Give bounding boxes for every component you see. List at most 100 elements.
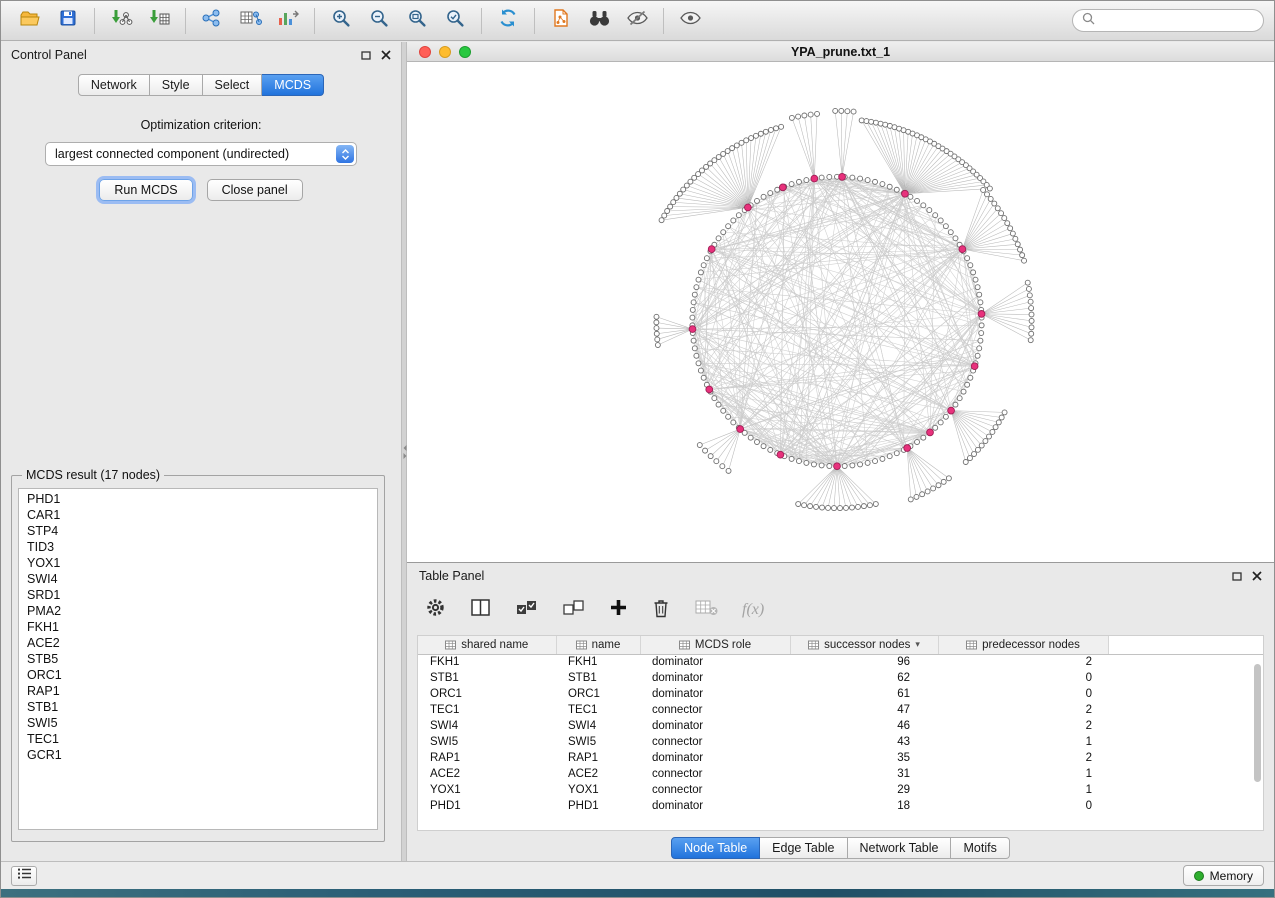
mcds-result-item[interactable]: FKH1: [19, 619, 377, 635]
cell-name[interactable]: SWI4: [556, 718, 640, 734]
column-header-name[interactable]: name: [556, 636, 640, 654]
cell-shared-name[interactable]: SWI5: [418, 734, 556, 750]
mcds-result-item[interactable]: CAR1: [19, 507, 377, 523]
table-row[interactable]: SWI4SWI4dominator462: [418, 718, 1263, 734]
select-all-icon[interactable]: [515, 598, 538, 622]
cell-successor-nodes[interactable]: 47: [790, 702, 938, 718]
mcds-result-item[interactable]: GCR1: [19, 747, 377, 763]
cell-filler[interactable]: [1108, 766, 1263, 782]
cell-shared-name[interactable]: YOX1: [418, 782, 556, 798]
tab-motifs[interactable]: Motifs: [951, 837, 1009, 859]
table-row[interactable]: ACE2ACE2connector311: [418, 766, 1263, 782]
cell-shared-name[interactable]: TEC1: [418, 702, 556, 718]
cell-predecessor-nodes[interactable]: 0: [938, 670, 1108, 686]
cell-successor-nodes[interactable]: 46: [790, 718, 938, 734]
mcds-result-item[interactable]: SRD1: [19, 587, 377, 603]
table-row[interactable]: FKH1FKH1dominator962: [418, 654, 1263, 670]
cell-successor-nodes[interactable]: 96: [790, 654, 938, 670]
cell-mcds-role[interactable]: connector: [640, 766, 790, 782]
table-row[interactable]: YOX1YOX1connector291: [418, 782, 1263, 798]
new-network-button[interactable]: [193, 5, 231, 37]
cell-mcds-role[interactable]: connector: [640, 782, 790, 798]
cell-filler[interactable]: [1108, 702, 1263, 718]
cell-name[interactable]: YOX1: [556, 782, 640, 798]
cell-mcds-role[interactable]: connector: [640, 734, 790, 750]
cell-filler[interactable]: [1108, 798, 1263, 814]
cell-successor-nodes[interactable]: 35: [790, 750, 938, 766]
table-row[interactable]: ORC1ORC1dominator610: [418, 686, 1263, 702]
cell-mcds-role[interactable]: connector: [640, 702, 790, 718]
tab-edge-table[interactable]: Edge Table: [760, 837, 847, 859]
cell-filler[interactable]: [1108, 686, 1263, 702]
close-window-icon[interactable]: [419, 46, 431, 58]
function-builder-icon[interactable]: f(x): [742, 601, 764, 619]
tab-network[interactable]: Network: [78, 74, 150, 96]
criterion-dropdown[interactable]: largest connected component (undirected): [45, 142, 357, 166]
cell-mcds-role[interactable]: dominator: [640, 798, 790, 814]
cell-mcds-role[interactable]: dominator: [640, 654, 790, 670]
cell-shared-name[interactable]: PHD1: [418, 798, 556, 814]
cell-predecessor-nodes[interactable]: 0: [938, 798, 1108, 814]
column-header-successor-nodes[interactable]: successor nodes▾: [790, 636, 938, 654]
network-from-chart-button[interactable]: [269, 5, 307, 37]
sort-arrow-icon[interactable]: ▾: [915, 639, 920, 650]
cell-mcds-role[interactable]: dominator: [640, 750, 790, 766]
mcds-result-item[interactable]: SWI4: [19, 571, 377, 587]
cell-shared-name[interactable]: ACE2: [418, 766, 556, 782]
close-panel-button[interactable]: Close panel: [207, 179, 303, 201]
mcds-result-item[interactable]: STB1: [19, 699, 377, 715]
network-canvas[interactable]: [407, 62, 1274, 562]
tab-mcds[interactable]: MCDS: [262, 74, 324, 96]
cell-filler[interactable]: [1108, 670, 1263, 686]
cell-predecessor-nodes[interactable]: 1: [938, 766, 1108, 782]
show-details-button[interactable]: [671, 5, 709, 37]
cell-successor-nodes[interactable]: 18: [790, 798, 938, 814]
cell-shared-name[interactable]: STB1: [418, 670, 556, 686]
cell-successor-nodes[interactable]: 43: [790, 734, 938, 750]
tab-node-table[interactable]: Node Table: [671, 837, 760, 859]
search-input[interactable]: [1101, 14, 1256, 28]
cell-filler[interactable]: [1108, 654, 1263, 670]
save-button[interactable]: [49, 5, 87, 37]
cell-name[interactable]: ACE2: [556, 766, 640, 782]
table-row[interactable]: TEC1TEC1connector472: [418, 702, 1263, 718]
cell-shared-name[interactable]: ORC1: [418, 686, 556, 702]
float-panel-icon[interactable]: [1232, 572, 1242, 581]
cell-predecessor-nodes[interactable]: 1: [938, 782, 1108, 798]
mcds-result-item[interactable]: TEC1: [19, 731, 377, 747]
cell-shared-name[interactable]: SWI4: [418, 718, 556, 734]
cell-predecessor-nodes[interactable]: 1: [938, 734, 1108, 750]
cell-name[interactable]: PHD1: [556, 798, 640, 814]
tab-network-table[interactable]: Network Table: [848, 837, 952, 859]
mcds-result-item[interactable]: PHD1: [19, 491, 377, 507]
minimize-window-icon[interactable]: [439, 46, 451, 58]
cell-predecessor-nodes[interactable]: 2: [938, 718, 1108, 734]
network-from-table-button[interactable]: [231, 5, 269, 37]
export-document-button[interactable]: [542, 5, 580, 37]
import-table-button[interactable]: [140, 5, 178, 37]
cell-successor-nodes[interactable]: 31: [790, 766, 938, 782]
table-scrollbar-thumb[interactable]: [1254, 664, 1261, 782]
cell-mcds-role[interactable]: dominator: [640, 686, 790, 702]
memory-button[interactable]: Memory: [1183, 865, 1264, 886]
mcds-result-item[interactable]: YOX1: [19, 555, 377, 571]
cell-name[interactable]: ORC1: [556, 686, 640, 702]
maximize-window-icon[interactable]: [459, 46, 471, 58]
mcds-result-item[interactable]: SWI5: [19, 715, 377, 731]
delete-table-icon[interactable]: [694, 598, 718, 622]
cell-predecessor-nodes[interactable]: 2: [938, 702, 1108, 718]
table-row[interactable]: PHD1PHD1dominator180: [418, 798, 1263, 814]
cell-successor-nodes[interactable]: 61: [790, 686, 938, 702]
cell-filler[interactable]: [1108, 782, 1263, 798]
cell-successor-nodes[interactable]: 62: [790, 670, 938, 686]
table-row[interactable]: RAP1RAP1dominator352: [418, 750, 1263, 766]
mcds-result-item[interactable]: ORC1: [19, 667, 377, 683]
mcds-result-item[interactable]: STB5: [19, 651, 377, 667]
cell-successor-nodes[interactable]: 29: [790, 782, 938, 798]
cell-name[interactable]: TEC1: [556, 702, 640, 718]
cell-shared-name[interactable]: RAP1: [418, 750, 556, 766]
settings-gear-icon[interactable]: [425, 597, 446, 623]
cell-name[interactable]: STB1: [556, 670, 640, 686]
show-columns-icon[interactable]: [470, 598, 491, 622]
search-network-button[interactable]: [580, 5, 618, 37]
